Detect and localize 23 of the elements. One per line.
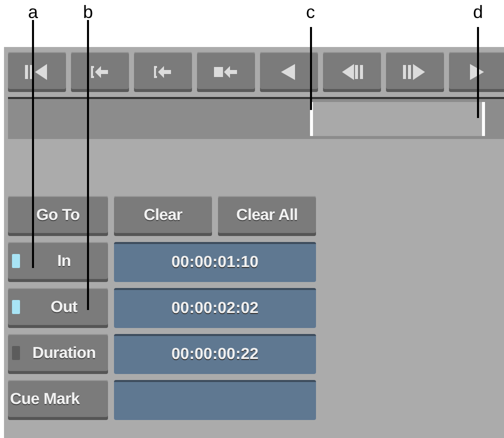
callout-label: a bbox=[28, 3, 38, 21]
mark-button[interactable]: Clear bbox=[114, 196, 212, 236]
callout-label: c bbox=[306, 3, 315, 21]
timecode-field[interactable]: 00:00:00:22 bbox=[114, 334, 316, 374]
step-forward-icon bbox=[403, 62, 427, 82]
mark-button[interactable]: Go To bbox=[8, 196, 108, 236]
callout-label: b bbox=[83, 3, 94, 21]
step-back-icon bbox=[340, 62, 364, 82]
mark-button[interactable]: Out bbox=[8, 288, 108, 328]
callout-label: d bbox=[473, 3, 484, 21]
timeline-bar[interactable] bbox=[8, 97, 504, 139]
transport-button[interactable] bbox=[449, 52, 504, 92]
skip-to-start-icon bbox=[25, 62, 49, 82]
transport-button[interactable] bbox=[260, 52, 318, 92]
mark-button[interactable]: Duration bbox=[8, 334, 108, 374]
mark-button[interactable]: Clear All bbox=[218, 196, 316, 236]
mark-button[interactable]: In bbox=[8, 242, 108, 282]
timecode-field[interactable] bbox=[114, 380, 316, 420]
timecode-field[interactable]: 00:00:01:10 bbox=[114, 242, 316, 282]
timecode-field[interactable]: 00:00:02:02 bbox=[114, 288, 316, 328]
transport-button[interactable] bbox=[8, 52, 66, 92]
transport-button[interactable] bbox=[71, 52, 129, 92]
mark-button[interactable]: Cue Mark bbox=[8, 380, 108, 420]
